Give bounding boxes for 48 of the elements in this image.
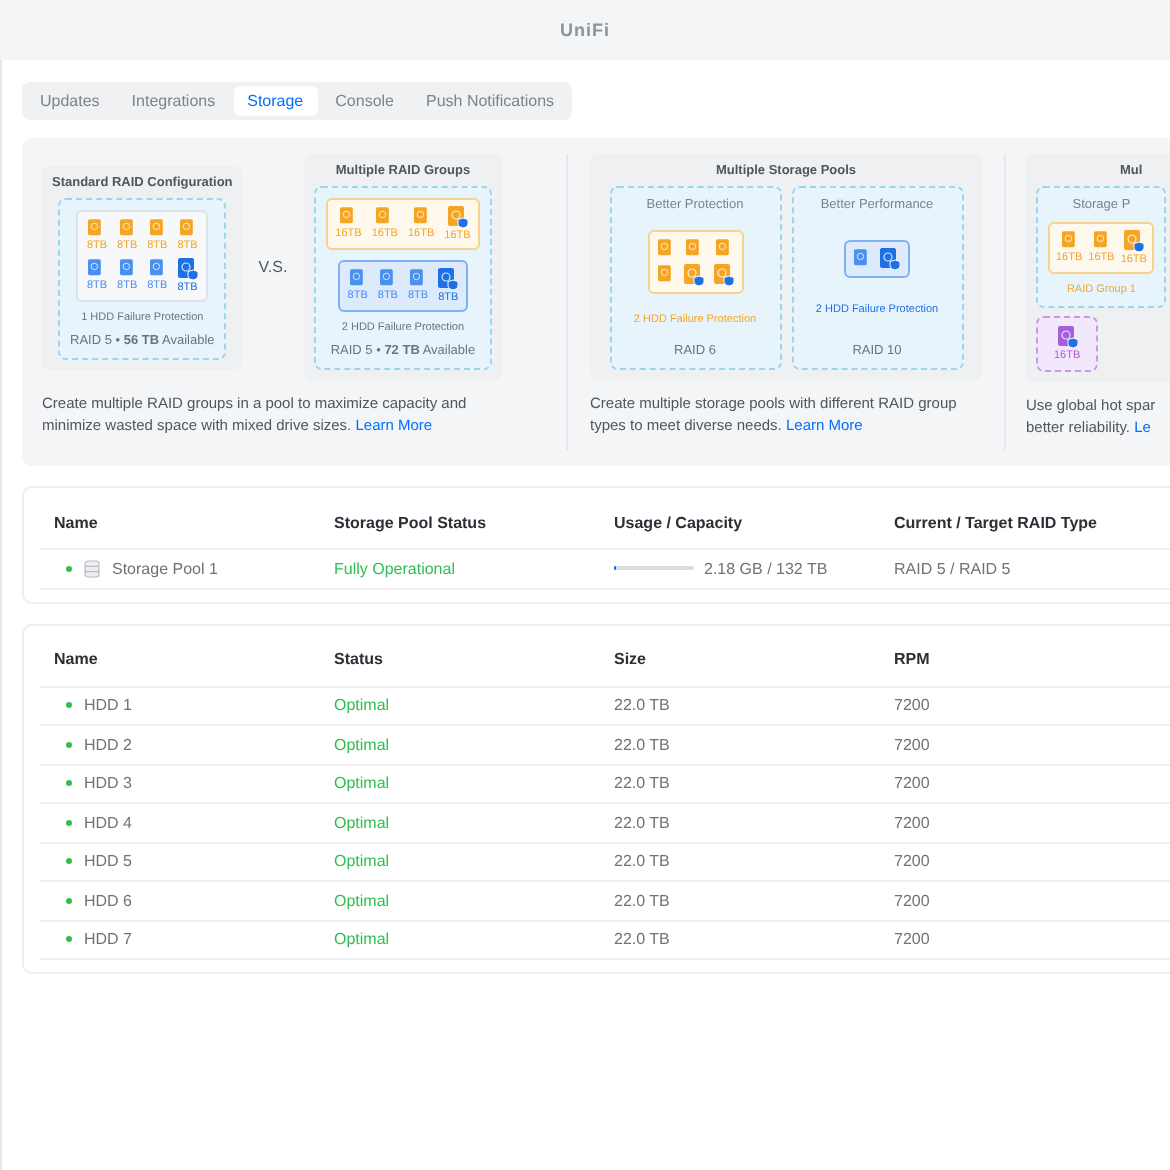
column-header: Name [54, 650, 100, 668]
column-header: Status [334, 650, 385, 668]
column-header: Storage Pool Status [334, 513, 489, 531]
table-cell: HDD 1 [84, 696, 133, 715]
window-title: UniFi [560, 20, 610, 40]
table-cell-text: 22.0 TB [614, 891, 672, 910]
table-cell-text: 7200 [894, 891, 932, 910]
column-header: Current / Target RAID Type [894, 513, 1099, 531]
table-cell: HDD 7 [84, 930, 133, 949]
table-cell: HDD 3 [84, 774, 133, 793]
database-icon [84, 559, 100, 578]
table-cell-text: 7200 [894, 774, 932, 793]
table-cell-text: 22.0 TB [614, 774, 672, 793]
tab[interactable]: Push Notifications [412, 86, 569, 116]
table-cell: HDD 6 [84, 891, 133, 910]
versus-label: V.S. [258, 258, 288, 276]
column-header: RPM [894, 650, 932, 668]
table-cell-text: Optimal [334, 735, 392, 754]
tab[interactable]: Console [321, 86, 408, 116]
table-cell: Storage Pool 1 [112, 559, 218, 578]
table-cell-text: 7200 [894, 813, 932, 832]
table-cell-text: 22.0 TB [614, 735, 672, 754]
table-cell-text: Optimal [334, 774, 392, 793]
tab[interactable]: Updates [26, 86, 114, 116]
column-header: Name [54, 513, 100, 531]
table-cell-text: Optimal [334, 930, 392, 949]
table-cell-text: RAID 5 / RAID 5 [894, 559, 1013, 578]
table-cell-text: 22.0 TB [614, 696, 672, 715]
column-header: Usage / Capacity [614, 513, 745, 531]
table-cell-text: 22.0 TB [614, 930, 672, 949]
table-cell: 2.18 GB / 132 TB [704, 559, 828, 578]
table-cell-text: Optimal [334, 891, 392, 910]
table-cell: HDD 2 [84, 735, 133, 754]
table-cell-text: 7200 [894, 696, 932, 715]
table-cell-text: Optimal [334, 813, 392, 832]
tab[interactable]: Integrations [117, 86, 230, 116]
table-cell-text: 22.0 TB [614, 852, 672, 871]
table-cell-text: Optimal [334, 696, 392, 715]
table-cell: HDD 4 [84, 813, 133, 832]
table-cell-text: 22.0 TB [614, 813, 672, 832]
column-header: Size [614, 650, 649, 668]
table-cell-text: Fully Operational [334, 559, 457, 578]
table-cell-text: 7200 [894, 930, 932, 949]
table-cell-text: Optimal [334, 852, 392, 871]
table-cell-text: 7200 [894, 735, 932, 754]
table-cell-text: 7200 [894, 852, 932, 871]
table-cell: HDD 5 [84, 852, 133, 871]
tab[interactable]: Storage [233, 86, 318, 116]
